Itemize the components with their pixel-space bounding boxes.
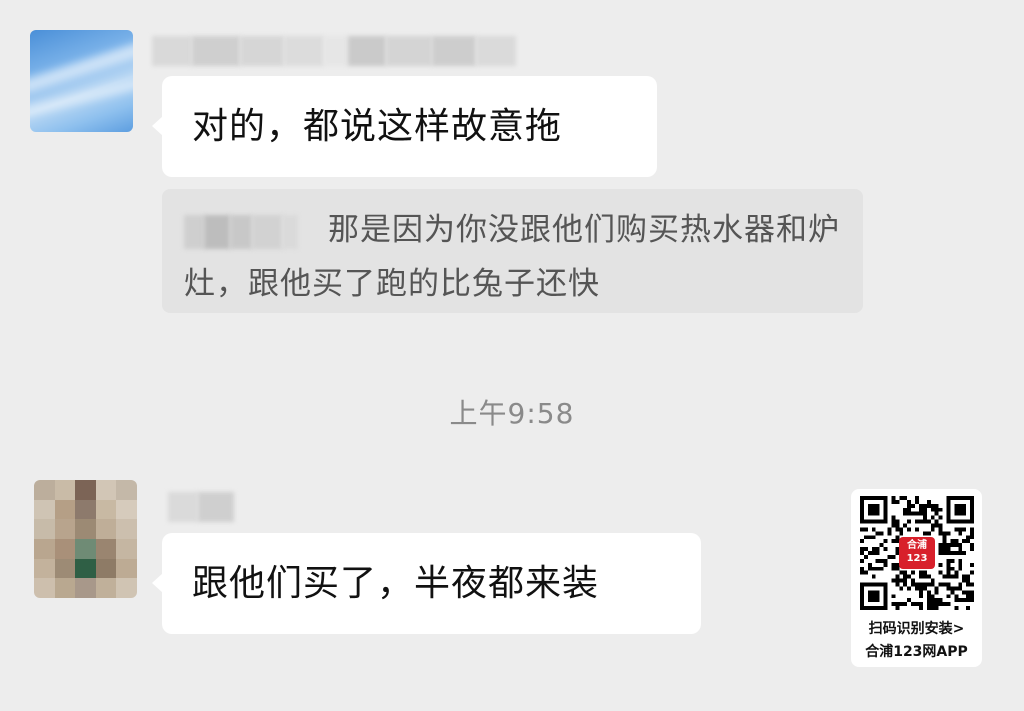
message-bubble-1[interactable]: 对的，都说这样故意拖 [152,76,657,177]
quoted-message[interactable]: 那是因为你没跟他们购买热水器和炉灶，跟他买了跑的比兔子还快 [162,189,863,313]
message-bubble-2[interactable]: 跟他们买了，半夜都来装 [152,533,701,634]
bubble-tail [152,573,163,593]
watermark-badge-text: 合浦123 [906,540,928,564]
watermark-badge: 合浦123 [899,537,935,569]
bubble-tail [152,116,163,136]
watermark-caption-2: 合浦123网APP [865,644,968,660]
sender-2-nickname-blurred [168,492,234,522]
avatar-sender-1[interactable] [30,30,133,132]
message-text-1: 对的，都说这样故意拖 [192,105,563,147]
quoted-sender-blurred [184,214,298,249]
watermark-caption-1: 扫码识别安装> [868,621,965,637]
message-text-2: 跟他们买了，半夜都来装 [192,562,600,604]
timestamp: 上午9:58 [449,397,575,430]
avatar-sender-2[interactable] [34,480,137,598]
sender-1-nickname-blurred [152,36,516,66]
